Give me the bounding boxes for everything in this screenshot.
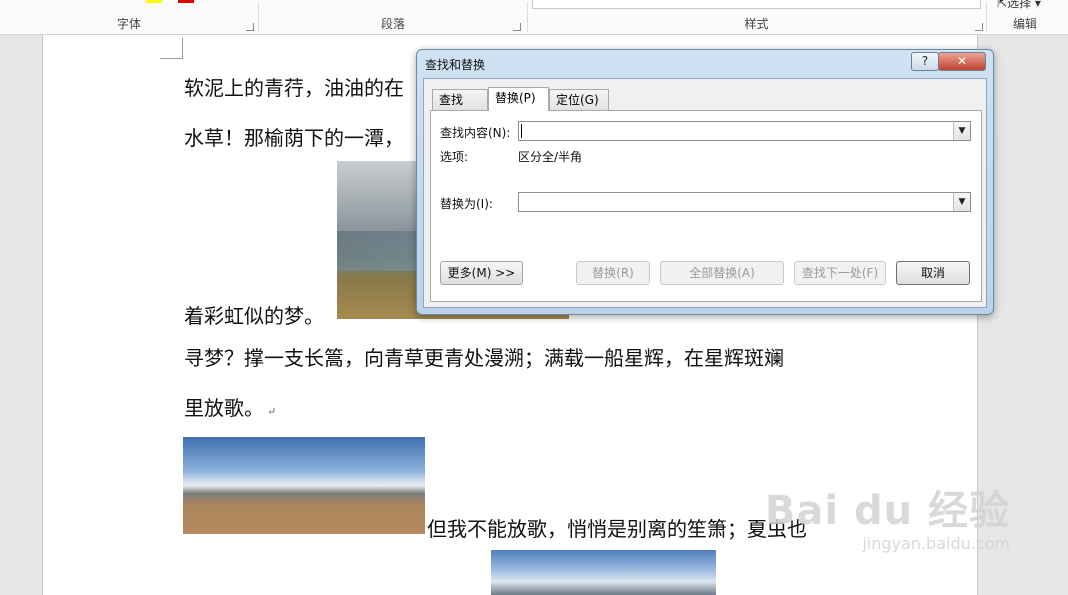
dialog-title: 查找和替换 <box>425 58 486 72</box>
tab-find[interactable]: 查找(D) <box>432 89 488 127</box>
styles-dialog-launcher-icon[interactable] <box>975 23 983 31</box>
select-label: 选择 <box>1007 0 1032 10</box>
doc-line-2: 水草！那榆荫下的一潭， <box>184 126 404 150</box>
sky-image <box>491 550 716 595</box>
cancel-button[interactable]: 取消 <box>896 261 970 285</box>
ribbon: 字体 段落 样式 ⇱选择 ▾ 编辑 <box>0 0 1068 35</box>
paragraph-group-label: 段落 <box>380 17 405 31</box>
options-label: 选项: <box>440 150 469 164</box>
find-what-combobox[interactable]: ▼ <box>518 121 971 141</box>
desert-sky-image <box>183 437 425 534</box>
doc-line-4: 寻梦？撑一支长篙，向青草更青处漫溯；满载一船星辉，在星辉斑斓 <box>184 346 784 370</box>
doc-line-5: 里放歌。 ↵ <box>184 392 276 421</box>
dialog-body: 查找(D) 替换(P) 定位(G) 查找内容(N): ▼ 选项: 区分全/半角 … <box>423 78 987 308</box>
help-button[interactable]: ? <box>911 52 939 71</box>
paragraph-group: 段落 <box>259 0 527 34</box>
doc-line-6: 但我不能放歌，悄悄是别离的笙箫；夏虫也 <box>427 517 807 541</box>
replace-all-button[interactable]: 全部替换(A) <box>660 261 784 285</box>
watermark: Bai du 经验 jingyan.baidu.com <box>765 478 1010 553</box>
editing-group: ⇱选择 ▾ 编辑 <box>987 0 1063 34</box>
margin-corner-mark <box>160 58 183 59</box>
margin-corner-mark <box>182 38 183 58</box>
more-button[interactable]: 更多(M) >> <box>440 261 523 285</box>
chevron-down-icon[interactable]: ▼ <box>953 122 970 140</box>
find-next-button[interactable]: 查找下一处(F) <box>794 261 886 285</box>
doc-line-3: 着彩虹似的梦。 <box>184 304 324 328</box>
watermark-url: jingyan.baidu.com <box>862 534 1010 553</box>
styles-group: 样式 <box>528 0 985 34</box>
find-replace-dialog: 查找和替换 ? ✕ 查找(D) 替换(P) 定位(G) 查找内容(N): ▼ 选… <box>416 49 994 315</box>
editing-group-label: 编辑 <box>1012 17 1037 31</box>
select-button[interactable]: ⇱选择 ▾ <box>997 0 1041 11</box>
replace-with-label: 替换为(I): <box>440 197 493 211</box>
cursor-icon: ⇱ <box>997 0 1008 10</box>
font-dialog-launcher-icon[interactable] <box>246 23 254 31</box>
replace-panel: 查找内容(N): ▼ 选项: 区分全/半角 替换为(I): ▼ 更多(M) >>… <box>430 110 982 302</box>
font-group-label: 字体 <box>116 17 141 31</box>
styles-group-label: 样式 <box>744 17 769 31</box>
font-group: 字体 <box>0 0 258 34</box>
doc-line-5-text: 里放歌。 <box>184 396 264 420</box>
chevron-down-icon[interactable]: ▼ <box>953 193 970 211</box>
replace-button[interactable]: 替换(R) <box>576 261 650 285</box>
tab-replace[interactable]: 替换(P) <box>488 87 549 111</box>
options-value: 区分全/半角 <box>518 150 583 164</box>
find-what-label: 查找内容(N): <box>440 126 511 140</box>
watermark-logo: Bai du 经验 <box>764 488 1010 534</box>
close-button[interactable]: ✕ <box>938 52 986 71</box>
text-caret <box>521 124 522 138</box>
tab-goto[interactable]: 定位(G) <box>549 89 609 110</box>
replace-with-combobox[interactable]: ▼ <box>518 192 971 212</box>
doc-line-1: 软泥上的青荇，油油的在 <box>184 76 404 100</box>
paragraph-dialog-launcher-icon[interactable] <box>513 23 521 31</box>
paragraph-mark: ↵ <box>267 405 277 418</box>
